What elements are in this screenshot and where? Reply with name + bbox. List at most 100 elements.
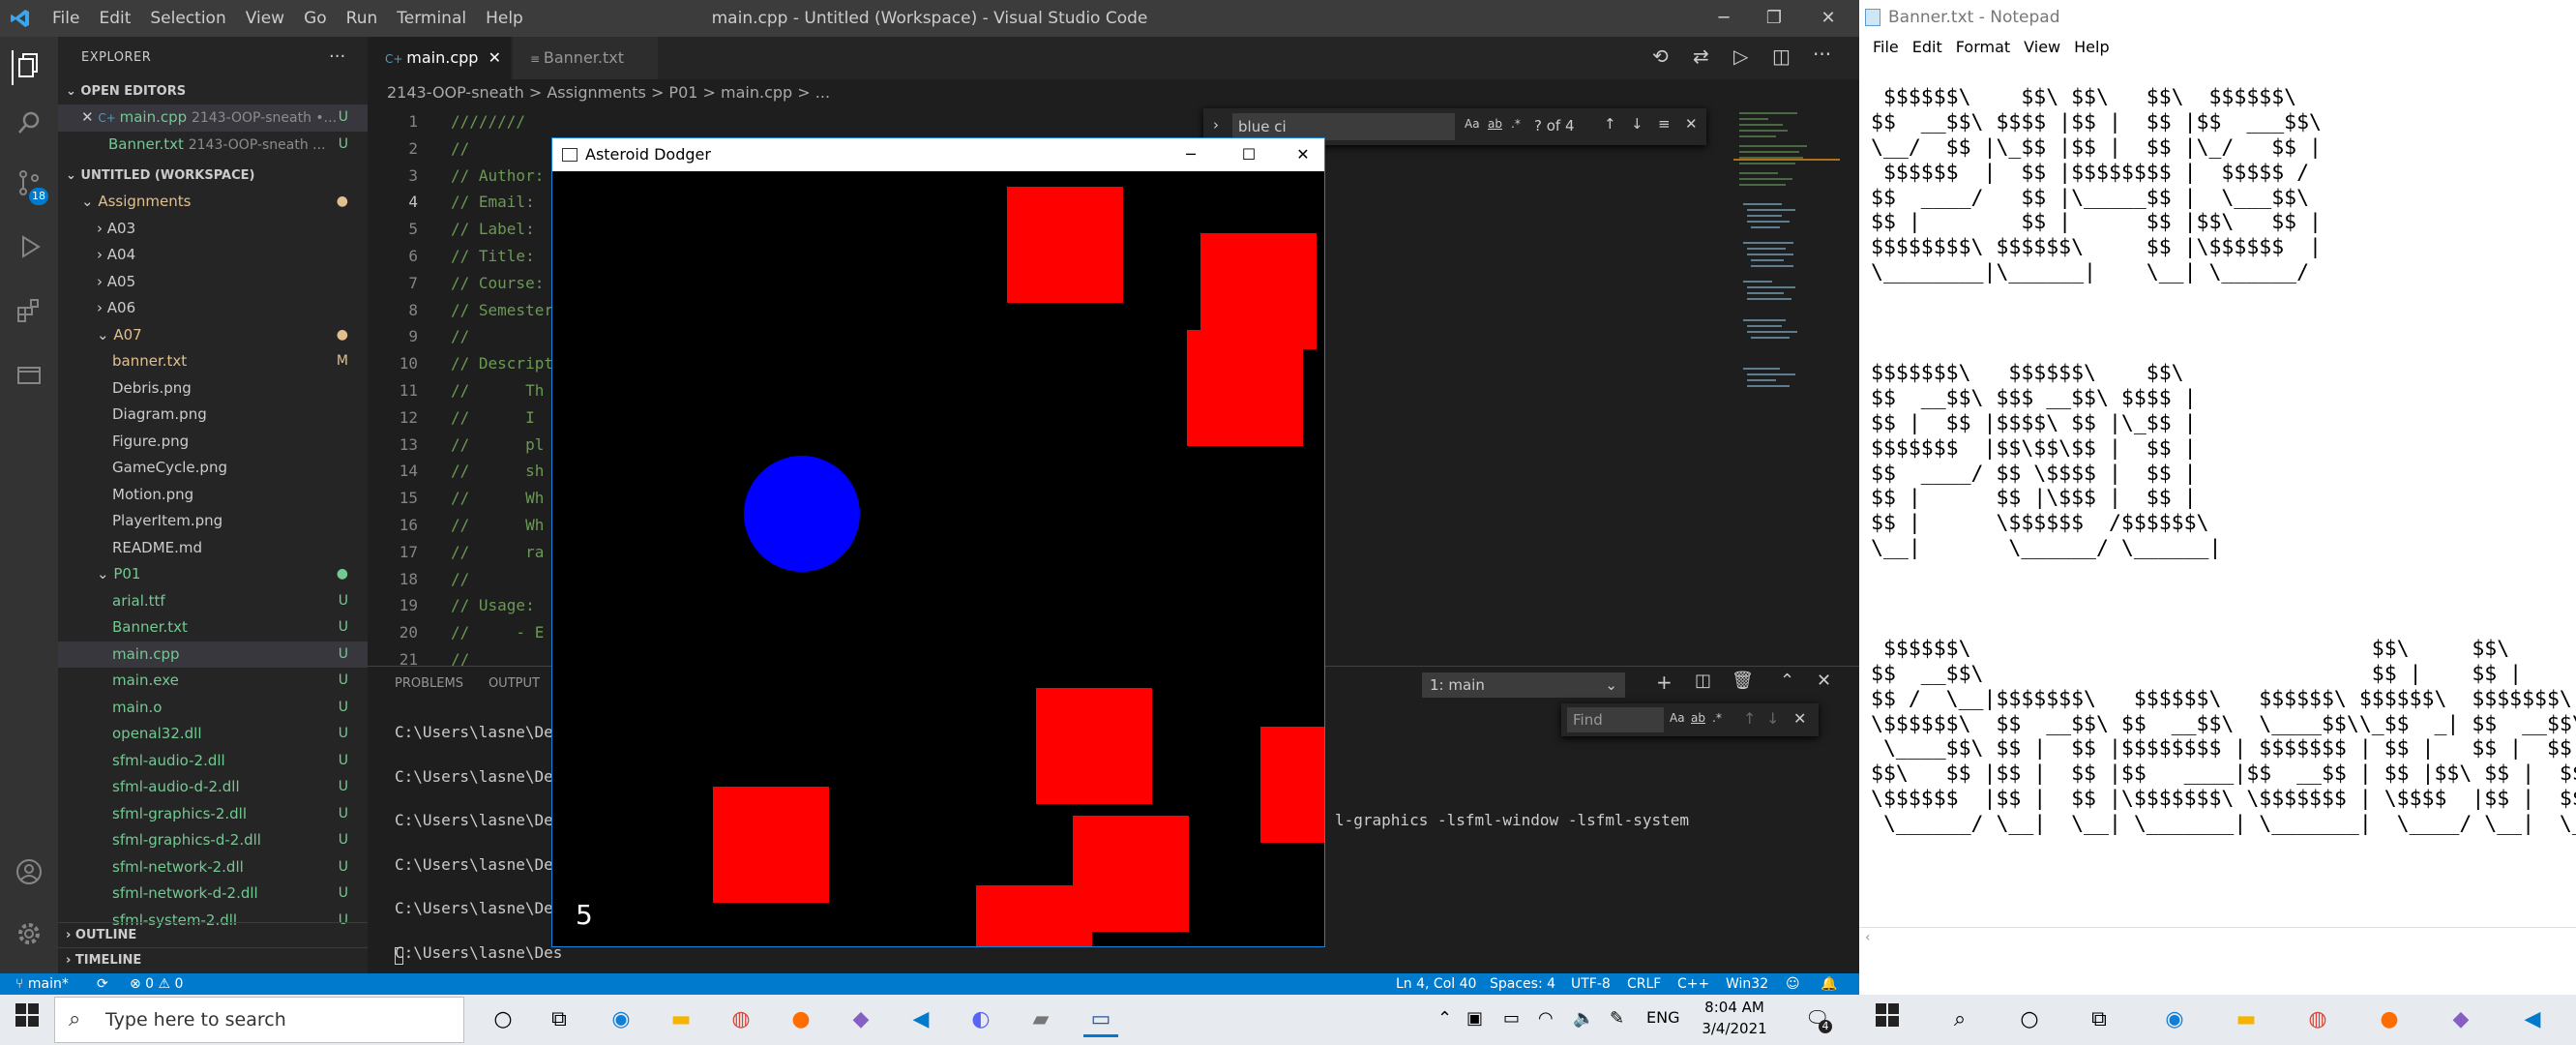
regex-toggle[interactable]: .* — [1712, 711, 1722, 725]
open-editor-banner-txt[interactable]: Banner.txt 2143-OOP-sneath ... U — [58, 132, 368, 159]
tree-file[interactable]: sfml-network-2.dll U — [58, 854, 368, 881]
tree-folder[interactable]: ⌄ A07 ● — [58, 322, 368, 349]
minimap[interactable] — [1733, 106, 1840, 697]
tree-folder[interactable]: › A05 — [58, 269, 368, 296]
terminal-find-input[interactable]: Find — [1567, 707, 1664, 732]
tree-file[interactable]: Figure.png — [58, 429, 368, 456]
settings-gear-icon[interactable] — [12, 919, 46, 954]
tree-file[interactable]: openal32.dll U — [58, 721, 368, 748]
edge-icon[interactable]: ◉ — [604, 1002, 638, 1037]
wifi-icon[interactable]: ◠ — [1538, 1008, 1554, 1029]
language-indicator[interactable]: ENG — [1646, 1008, 1679, 1027]
trash-icon[interactable]: 🗑 — [1732, 671, 1754, 691]
regex-toggle[interactable]: .* — [1511, 117, 1521, 131]
tree-file[interactable]: Diagram.png — [58, 402, 368, 429]
tree-file[interactable]: PlayerItem.png — [58, 508, 368, 535]
tree-file[interactable]: sfml-graphics-2.dll U — [58, 801, 368, 828]
next-match-icon[interactable]: ↓ — [1766, 709, 1779, 728]
notifications-bell-icon[interactable]: 🔔 — [1821, 973, 1837, 995]
new-terminal-icon[interactable]: + — [1656, 671, 1673, 694]
chrome-icon[interactable]: ◍ — [724, 1002, 758, 1037]
tree-file[interactable]: sfml-network-d-2.dll U — [58, 881, 368, 908]
tree-file[interactable]: sfml-audio-2.dll U — [58, 748, 368, 775]
timeline-header[interactable]: › TIMELINE — [58, 947, 368, 972]
menu-edit[interactable]: Edit — [89, 0, 140, 37]
edge-icon[interactable]: ◉ — [2157, 1002, 2192, 1037]
split-editor-icon[interactable]: ◫ — [1772, 45, 1791, 68]
cortana-icon[interactable]: ○ — [486, 1002, 520, 1037]
tab-output[interactable]: OUTPUT — [489, 676, 540, 691]
tab-main-cpp[interactable]: C+ main.cpp ✕ — [368, 37, 511, 79]
chrome-icon[interactable]: ◍ — [2300, 1002, 2335, 1037]
find-in-selection-icon[interactable]: ≡ — [1658, 115, 1671, 133]
visual-studio-icon[interactable]: ◆ — [2443, 1002, 2478, 1037]
encoding[interactable]: UTF-8 — [1571, 973, 1611, 995]
minimize-button[interactable]: ─ — [1171, 138, 1210, 171]
firefox-icon[interactable]: ● — [2372, 1002, 2407, 1037]
menu-selection[interactable]: Selection — [140, 0, 235, 37]
run-debug-icon[interactable] — [12, 232, 46, 267]
tree-file[interactable]: sfml-audio-d-2.dll U — [58, 774, 368, 801]
clock-time[interactable]: 8:04 AM — [1701, 999, 1768, 1016]
chevron-right-icon[interactable]: › — [1213, 116, 1219, 134]
branch-status[interactable]: ⑂ main* — [15, 973, 69, 995]
next-match-icon[interactable]: ↓ — [1631, 115, 1643, 133]
remote-explorer-icon[interactable] — [12, 360, 46, 395]
vscode-taskbar-icon[interactable]: ◀ — [903, 1002, 938, 1037]
terminal-select[interactable]: 1: main ⌄ — [1422, 672, 1625, 698]
tree-folder[interactable]: › A06 — [58, 295, 368, 322]
breadcrumb[interactable]: 2143-OOP-sneath > Assignments > P01 > ma… — [387, 79, 830, 106]
tree-file[interactable]: main.exe U — [58, 668, 368, 695]
windows-start-icon[interactable] — [10, 1002, 44, 1037]
restore-button[interactable]: ❐ — [1745, 0, 1803, 37]
tab-problems[interactable]: PROBLEMS — [395, 676, 463, 691]
extensions-icon[interactable] — [12, 296, 46, 331]
tree-file[interactable]: main.o U — [58, 695, 368, 722]
pen-icon[interactable]: ✎ — [1610, 1008, 1624, 1029]
search-icon[interactable]: ⌕ — [1942, 1002, 1977, 1037]
app-icon[interactable]: ▰ — [1023, 1002, 1058, 1037]
platform[interactable]: Win32 — [1726, 973, 1768, 995]
discord-icon[interactable]: ◐ — [963, 1002, 998, 1037]
open-changes-icon[interactable]: ⇄ — [1693, 45, 1709, 68]
task-view-icon[interactable]: ⧉ — [542, 1002, 577, 1037]
file-explorer-icon[interactable]: ▬ — [2229, 1002, 2264, 1037]
menu-go[interactable]: Go — [294, 0, 337, 37]
menu-view[interactable]: View — [236, 0, 294, 37]
line-endings[interactable]: CRLF — [1627, 973, 1661, 995]
file-explorer-icon[interactable]: ▬ — [664, 1002, 698, 1037]
tree-file[interactable]: README.md — [58, 535, 368, 562]
whole-word-toggle[interactable]: ab — [1691, 711, 1705, 725]
windows-start-icon[interactable] — [1875, 1002, 1910, 1037]
sync-icon[interactable]: ⟳ — [97, 973, 108, 995]
horizontal-scrollbar[interactable]: ‹ — [1859, 927, 2576, 952]
battery-icon[interactable]: ▭ — [1503, 1008, 1520, 1029]
match-case-toggle[interactable]: Aa — [1465, 117, 1480, 131]
visual-studio-icon[interactable]: ◆ — [844, 1002, 878, 1037]
close-button[interactable]: ✕ — [1284, 138, 1322, 171]
taskbar-search-box[interactable]: ⌕ Type here to search — [54, 997, 464, 1043]
game-playfield[interactable]: 5 — [552, 171, 1324, 946]
open-editors-header[interactable]: ⌄ OPEN EDITORS — [58, 79, 368, 104]
cursor-position[interactable]: Ln 4, Col 40 — [1396, 973, 1476, 995]
tree-folder[interactable]: › A03 — [58, 216, 368, 243]
tree-file[interactable]: Motion.png — [58, 482, 368, 509]
menu-format[interactable]: Format — [1956, 38, 2010, 56]
open-editor-main-cpp[interactable]: ✕ C+ main.cpp 2143-OOP-sneath •... U — [58, 104, 368, 132]
previous-match-icon[interactable]: ↑ — [1604, 115, 1616, 133]
close-icon[interactable]: ✕ — [81, 108, 94, 126]
tree-folder[interactable]: ⌄ P01 ● — [58, 561, 368, 588]
menu-help[interactable]: Help — [2074, 38, 2109, 56]
tree-folder[interactable]: › A04 — [58, 242, 368, 269]
scroll-left-icon[interactable]: ‹ — [1865, 930, 1871, 945]
language-mode[interactable]: C++ — [1677, 973, 1709, 995]
notepad-text-area[interactable]: $$$$$$\ $$\ $$\ $$\ $$$$$$\ $$ __$$\ $$$… — [1871, 60, 2576, 931]
workspace-header[interactable]: ⌄ UNTITLED (WORKSPACE) — [58, 164, 368, 189]
close-find-icon[interactable]: ✕ — [1793, 709, 1806, 728]
feedback-icon[interactable]: ☺ — [1786, 973, 1800, 995]
menu-file[interactable]: File — [43, 0, 89, 37]
game-window-taskbar-icon[interactable]: ▭ — [1083, 1002, 1118, 1037]
run-code-icon[interactable]: ▷ — [1733, 45, 1748, 68]
close-button[interactable]: ✕ — [1799, 0, 1857, 37]
tree-folder[interactable]: ⌄ Assignments ● — [58, 189, 368, 216]
